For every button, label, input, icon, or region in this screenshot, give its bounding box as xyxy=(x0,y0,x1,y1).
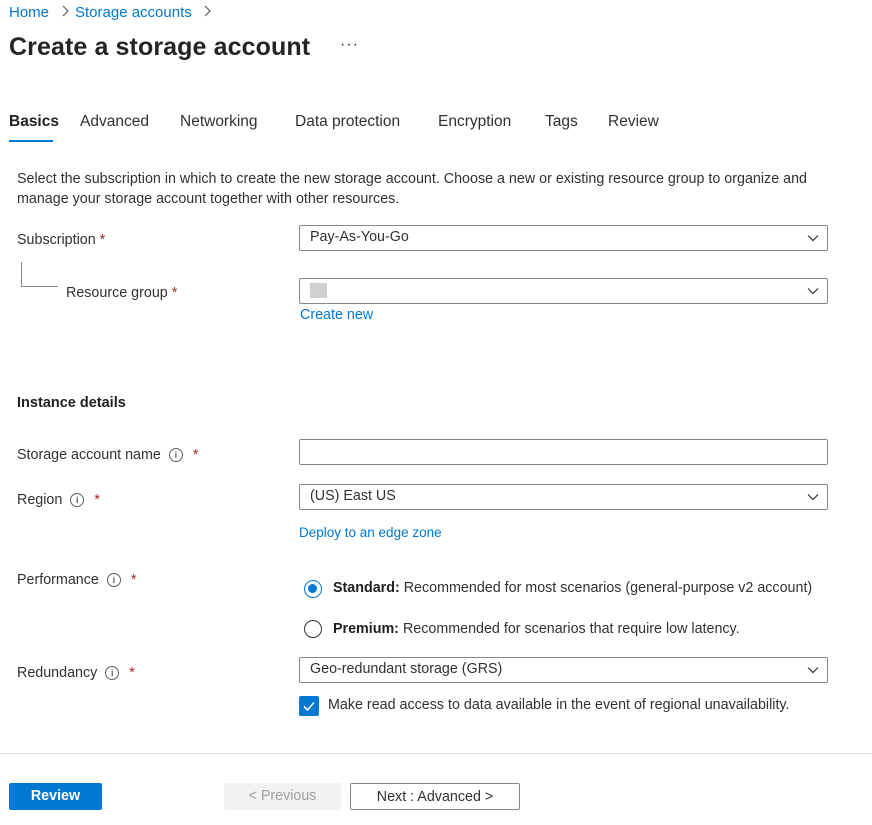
breadcrumb-storage-accounts-link[interactable]: Storage accounts xyxy=(75,4,192,21)
create-new-link[interactable]: Create new xyxy=(300,307,373,323)
section-description: Select the subscription in which to crea… xyxy=(17,171,807,207)
option-title: Premium: xyxy=(333,621,399,637)
storage-account-name-label-text: Storage account name xyxy=(17,447,161,463)
subscription-value: Pay-As-You-Go xyxy=(310,229,409,245)
option-description: Recommended for most scenarios (general-… xyxy=(403,580,813,596)
chevron-down-icon xyxy=(807,494,819,501)
more-options-button[interactable]: ··· xyxy=(340,36,359,54)
tab-advanced[interactable]: Advanced xyxy=(80,113,149,131)
storage-account-name-input[interactable] xyxy=(299,439,828,465)
page-title: Create a storage account xyxy=(9,33,311,61)
tab-review[interactable]: Review xyxy=(608,113,659,131)
previous-button: < Previous xyxy=(224,783,341,810)
redundancy-value: Geo-redundant storage (GRS) xyxy=(310,661,503,677)
required-mark: * xyxy=(94,492,100,508)
subscription-label-text: Subscription xyxy=(17,232,96,248)
tree-connector xyxy=(21,262,58,287)
subscription-label: Subscription * xyxy=(17,232,105,248)
chevron-right-icon xyxy=(204,5,211,17)
chevron-down-icon xyxy=(807,235,819,242)
chevron-down-icon xyxy=(807,288,819,295)
instance-details-heading: Instance details xyxy=(17,395,126,411)
tab-networking[interactable]: Networking xyxy=(180,113,258,131)
performance-premium-radio[interactable] xyxy=(304,620,322,638)
active-tab-indicator xyxy=(9,140,53,142)
tab-tags[interactable]: Tags xyxy=(545,113,578,131)
storage-account-name-label: Storage account name i * xyxy=(17,447,198,463)
deploy-edge-zone-link[interactable]: Deploy to an edge zone xyxy=(299,525,442,540)
required-mark: * xyxy=(129,665,135,681)
performance-standard-radio[interactable] xyxy=(304,580,322,598)
read-access-checkbox[interactable] xyxy=(299,696,319,716)
redundancy-label: Redundancy i * xyxy=(17,665,135,681)
info-icon[interactable]: i xyxy=(168,448,183,462)
performance-standard-option[interactable]: Standard: Recommended for most scenarios… xyxy=(333,580,812,596)
footer-divider xyxy=(0,753,872,754)
info-icon[interactable]: i xyxy=(105,666,120,680)
resource-group-label-text: Resource group xyxy=(66,285,168,301)
read-access-label[interactable]: Make read access to data available in th… xyxy=(328,697,790,713)
redacted-value xyxy=(310,283,327,298)
performance-label: Performance i * xyxy=(17,572,136,588)
info-icon[interactable]: i xyxy=(106,573,121,587)
chevron-right-icon xyxy=(62,5,69,17)
resource-group-label: Resource group * xyxy=(66,285,177,301)
tab-data-protection[interactable]: Data protection xyxy=(295,113,400,131)
tab-encryption[interactable]: Encryption xyxy=(438,113,511,131)
redundancy-label-text: Redundancy xyxy=(17,665,98,681)
required-mark: * xyxy=(192,447,199,463)
redundancy-dropdown[interactable]: Geo-redundant storage (GRS) xyxy=(299,657,828,683)
region-label: Region i * xyxy=(17,492,100,508)
region-value: (US) East US xyxy=(310,488,396,504)
required-mark: * xyxy=(130,572,137,588)
region-label-text: Region xyxy=(17,492,63,508)
resource-group-dropdown[interactable] xyxy=(299,278,828,304)
region-dropdown[interactable]: (US) East US xyxy=(299,484,828,510)
performance-label-text: Performance xyxy=(17,572,99,588)
tab-basics[interactable]: Basics xyxy=(9,113,59,131)
review-button[interactable]: Review xyxy=(9,783,102,810)
next-advanced-button[interactable]: Next : Advanced > xyxy=(350,783,520,810)
required-mark: * xyxy=(99,232,106,248)
checkmark-icon xyxy=(303,701,315,712)
option-description: Recommended for scenarios that require l… xyxy=(402,621,740,637)
breadcrumb-home-link[interactable]: Home xyxy=(9,4,49,21)
option-title: Standard: xyxy=(333,580,400,596)
chevron-down-icon xyxy=(807,667,819,674)
subscription-dropdown[interactable]: Pay-As-You-Go xyxy=(299,225,828,251)
performance-premium-option[interactable]: Premium: Recommended for scenarios that … xyxy=(333,621,740,637)
required-mark: * xyxy=(171,285,178,301)
info-icon[interactable]: i xyxy=(70,493,85,507)
